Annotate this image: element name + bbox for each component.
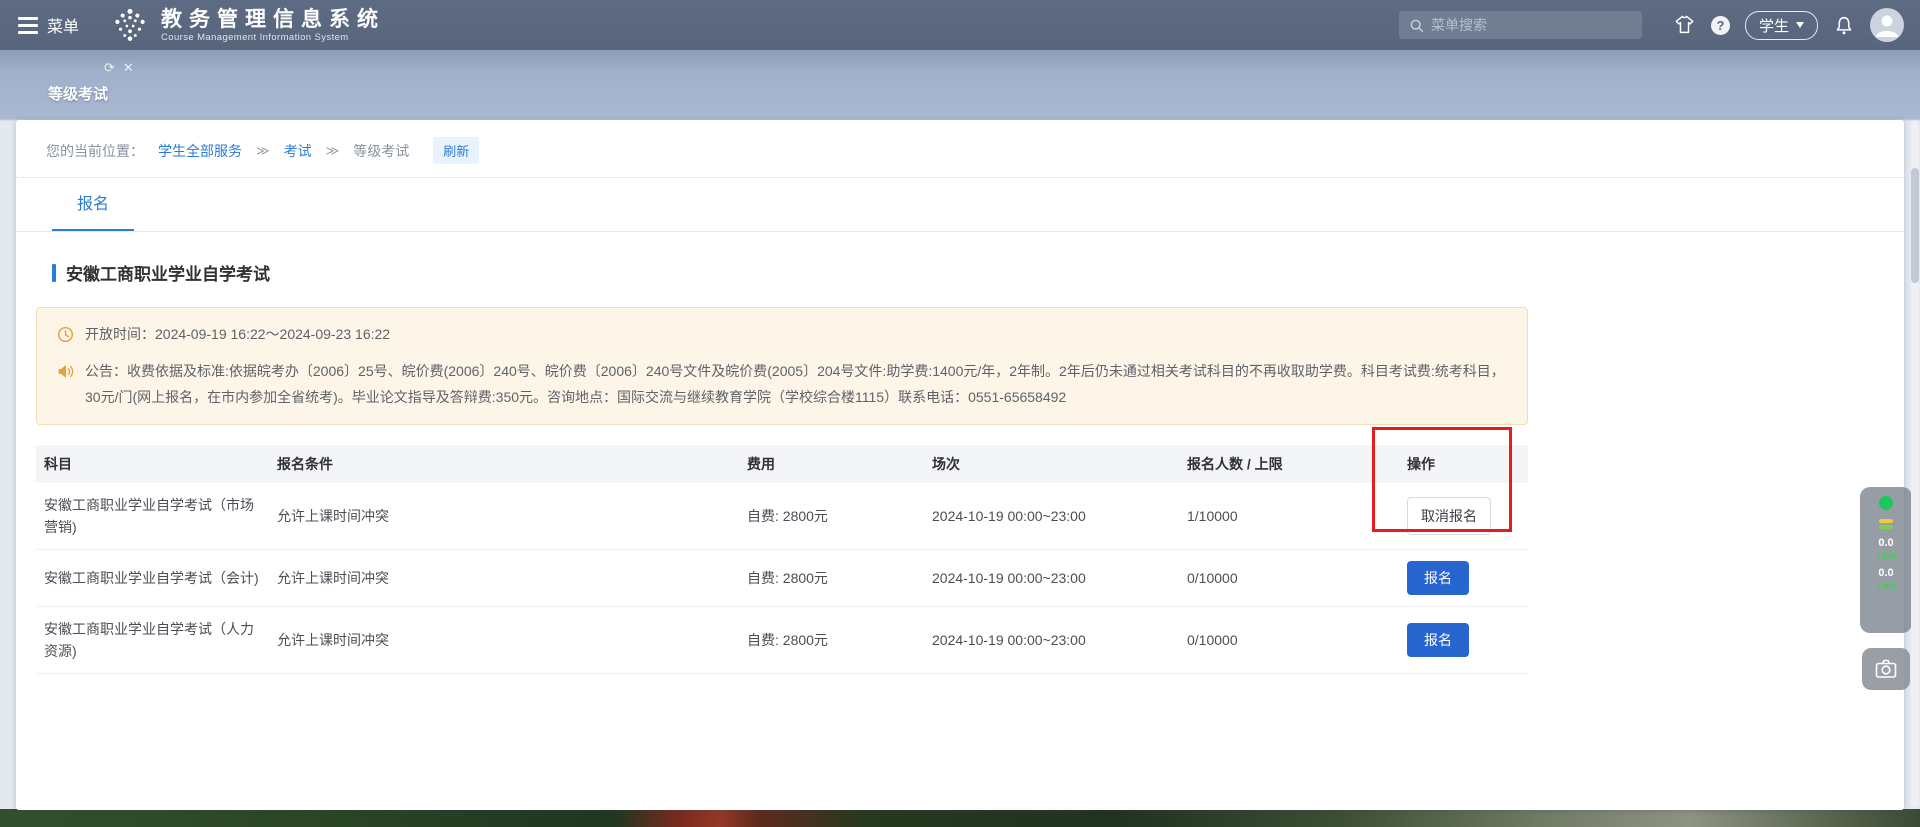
announcement-text: 公告：收费依据及标准:依据皖考办〔2006〕25号、皖价费(2006〕240号、… <box>85 358 1507 410</box>
breadcrumb-prefix: 您的当前位置： <box>46 141 144 161</box>
breadcrumb: 您的当前位置： 学生全部服务 ≫ 考试 ≫ 等级考试 刷新 <box>16 120 1904 178</box>
announcement-row: 公告：收费依据及标准:依据皖考办〔2006〕25号、皖价费(2006〕240号、… <box>57 358 1507 410</box>
help-icon[interactable]: ? <box>1711 16 1730 35</box>
cell-condition: 允许上课时间冲突 <box>269 607 739 674</box>
network-monitor-widget: 0.0 ↑ k/s 0.0 ↓ k/s <box>1860 487 1912 633</box>
header-actions: ? 学生 <box>1399 8 1904 42</box>
role-label: 学生 <box>1759 15 1789 36</box>
notifications-bell-icon[interactable] <box>1833 14 1855 37</box>
search-input[interactable] <box>1431 17 1632 33</box>
tab-tools: ⟳ ✕ <box>104 60 134 76</box>
cell-fee: 自费: 2800元 <box>739 483 924 550</box>
app-brand: 教务管理信息系统 Course Management Information S… <box>109 3 385 47</box>
main-content-card: 您的当前位置： 学生全部服务 ≫ 考试 ≫ 等级考试 刷新 报名 安徽工商职业学… <box>16 120 1904 810</box>
breadcrumb-link-all-services[interactable]: 学生全部服务 <box>158 141 242 161</box>
cell-condition: 允许上课时间冲突 <box>269 550 739 607</box>
exam-title: 安徽工商职业学业自学考试 <box>66 260 270 285</box>
screenshot-button[interactable] <box>1862 648 1910 690</box>
cancel-enroll-button[interactable]: 取消报名 <box>1407 497 1491 535</box>
scrollbar-thumb[interactable] <box>1911 168 1919 283</box>
user-avatar[interactable] <box>1870 8 1904 42</box>
cell-count-limit: 1/10000 <box>1179 483 1399 550</box>
cell-fee: 自费: 2800元 <box>739 550 924 607</box>
tab-close-icon[interactable]: ✕ <box>123 60 134 76</box>
open-time-value: 2024-09-19 16:22～2024-09-23 16:22 <box>155 326 390 342</box>
upload-speed: 0.0 <box>1878 536 1893 550</box>
down-arrow-icon: ↓ <box>1876 581 1881 592</box>
cell-count-limit: 0/10000 <box>1179 550 1399 607</box>
campus-photo-strip <box>0 809 1920 827</box>
app-subtitle: Course Management Information System <box>161 32 385 43</box>
sub-bar: ⟳ ✕ 等级考试 <box>0 50 1920 120</box>
help-glyph: ? <box>1711 16 1730 35</box>
theme-shirt-icon[interactable] <box>1673 14 1696 36</box>
announcement-label: 公告： <box>85 363 127 379</box>
breadcrumb-separator-icon: ≫ <box>326 143 340 159</box>
cell-fee: 自费: 2800元 <box>739 607 924 674</box>
clock-icon <box>57 321 85 351</box>
table-row: 安徽工商职业学业自学考试（会计) 允许上课时间冲突 自费: 2800元 2024… <box>36 550 1528 607</box>
signal-icon <box>1879 519 1893 529</box>
col-subject: 科目 <box>36 445 269 483</box>
col-session: 场次 <box>924 445 1179 483</box>
cell-subject: 安徽工商职业学业自学考试（会计) <box>36 550 269 607</box>
chevron-down-icon <box>1796 22 1804 28</box>
section-title: 安徽工商职业学业自学考试 <box>52 260 1904 285</box>
top-header-bar: 菜单 教务管理信息系统 Course Management Informatio… <box>0 0 1920 50</box>
menu-search[interactable] <box>1399 11 1642 39</box>
table-header-row: 科目 报名条件 费用 场次 报名人数 / 上限 操作 <box>36 445 1528 483</box>
title-accent-bar <box>52 264 56 282</box>
breadcrumb-current: 等级考试 <box>353 141 409 161</box>
announcement-body: 收费依据及标准:依据皖考办〔2006〕25号、皖价费(2006〕240号、皖价费… <box>85 363 1505 405</box>
col-action: 操作 <box>1399 445 1528 483</box>
download-speed: 0.0 <box>1878 566 1893 580</box>
app-logo-icon <box>109 3 151 47</box>
search-icon <box>1409 18 1424 33</box>
hamburger-icon <box>18 17 38 34</box>
table-row: 安徽工商职业学业自学考试（市场营销) 允许上课时间冲突 自费: 2800元 20… <box>36 483 1528 550</box>
camera-icon <box>1874 658 1898 680</box>
download-unit: ↓ k/s <box>1876 580 1897 593</box>
col-condition: 报名条件 <box>269 445 739 483</box>
col-fee: 费用 <box>739 445 924 483</box>
tab-bar: 报名 <box>16 178 1904 232</box>
tab-enroll[interactable]: 报名 <box>52 178 134 231</box>
col-count-limit: 报名人数 / 上限 <box>1179 445 1399 483</box>
open-time-text: 开放时间：2024-09-19 16:22～2024-09-23 16:22 <box>85 321 1507 351</box>
breadcrumb-link-exam[interactable]: 考试 <box>284 141 312 161</box>
tab-refresh-icon[interactable]: ⟳ <box>104 60 115 76</box>
app-title: 教务管理信息系统 <box>161 8 385 31</box>
menu-label: 菜单 <box>47 13 79 37</box>
open-time-label: 开放时间： <box>85 326 155 342</box>
open-time-row: 开放时间：2024-09-19 16:22～2024-09-23 16:22 <box>57 321 1507 351</box>
enroll-button[interactable]: 报名 <box>1407 561 1469 595</box>
breadcrumb-separator-icon: ≫ <box>256 143 270 159</box>
menu-toggle-button[interactable]: 菜单 <box>18 13 79 37</box>
role-dropdown[interactable]: 学生 <box>1745 11 1818 40</box>
up-arrow-icon: ↑ <box>1876 551 1881 562</box>
refresh-button[interactable]: 刷新 <box>433 137 479 164</box>
enroll-button[interactable]: 报名 <box>1407 623 1469 657</box>
megaphone-icon <box>57 358 85 410</box>
cell-subject: 安徽工商职业学业自学考试（市场营销) <box>36 483 269 550</box>
page-tab-grade-exam[interactable]: 等级考试 <box>48 83 108 104</box>
upload-unit: ↑ k/s <box>1876 550 1897 563</box>
upload-unit-label: k/s <box>1884 551 1897 562</box>
cell-count-limit: 0/10000 <box>1179 607 1399 674</box>
table-row: 安徽工商职业学业自学考试（人力资源) 允许上课时间冲突 自费: 2800元 20… <box>36 607 1528 674</box>
scrollbar-track <box>1911 120 1919 807</box>
download-unit-label: k/s <box>1884 581 1897 592</box>
notice-panel: 开放时间：2024-09-19 16:22～2024-09-23 16:22 公… <box>36 307 1528 425</box>
exam-table: 科目 报名条件 费用 场次 报名人数 / 上限 操作 安徽工商职业学业自学考试（… <box>36 445 1528 674</box>
cell-session: 2024-10-19 00:00~23:00 <box>924 607 1179 674</box>
cell-session: 2024-10-19 00:00~23:00 <box>924 483 1179 550</box>
status-dot <box>1879 496 1893 510</box>
cell-subject: 安徽工商职业学业自学考试（人力资源) <box>36 607 269 674</box>
cell-condition: 允许上课时间冲突 <box>269 483 739 550</box>
cell-session: 2024-10-19 00:00~23:00 <box>924 550 1179 607</box>
